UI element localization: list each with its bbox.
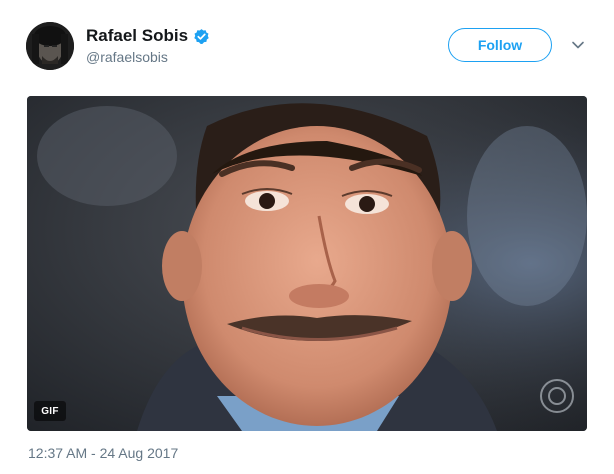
- avatar[interactable]: [26, 22, 74, 70]
- display-name-row: Rafael Sobis: [86, 25, 210, 47]
- follow-button[interactable]: Follow: [448, 28, 552, 62]
- user-info: Rafael Sobis @rafaelsobis: [86, 25, 210, 65]
- display-name[interactable]: Rafael Sobis: [86, 26, 188, 46]
- tweet-timestamp[interactable]: 12:37 AM - 24 Aug 2017: [28, 445, 178, 461]
- verified-badge-icon: [193, 28, 210, 45]
- user-handle[interactable]: @rafaelsobis: [86, 49, 210, 65]
- chevron-down-icon[interactable]: [571, 38, 585, 52]
- gif-badge: GIF: [34, 401, 66, 421]
- tweet-card: Rafael Sobis @rafaelsobis Follow GIF 12:…: [0, 0, 614, 474]
- tweet-header: Rafael Sobis @rafaelsobis Follow: [26, 22, 596, 72]
- gif-frame-image: [27, 96, 587, 431]
- tweet-media-gif[interactable]: [27, 96, 587, 431]
